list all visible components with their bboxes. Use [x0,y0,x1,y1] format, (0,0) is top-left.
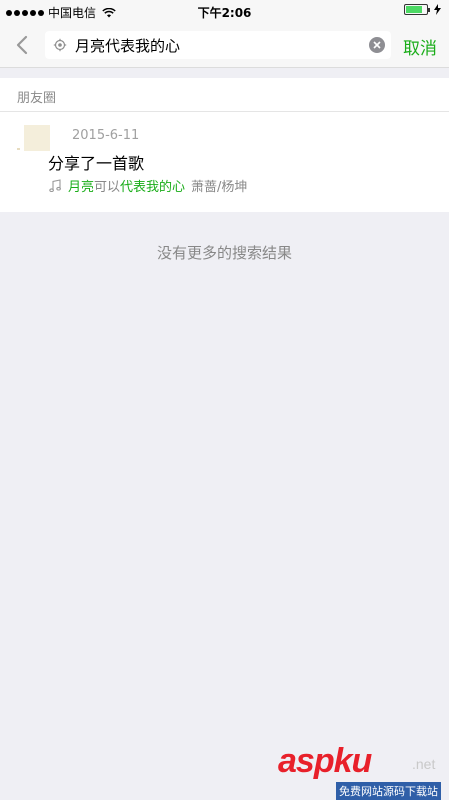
song-title-plain: 可以 [94,180,121,195]
music-share-row[interactable]: 月亮 可以 代表我的心 萧蔷/杨坤 [48,176,247,195]
search-screen: 中国电信 下午2:06 月亮代表我的心 取消 朋友圈 2015-6-11 分享了… [0,0,449,800]
search-result-item[interactable]: 2015-6-11 分享了一首歌 月亮 可以 代表我的心 萧蔷/杨坤 [0,112,449,212]
watermark: aspku .net 免费网站源码下载站 [278,742,449,800]
search-input[interactable] [75,31,355,59]
search-box[interactable] [45,31,391,59]
avatar-mark [17,148,20,150]
status-right [404,4,441,15]
song-title-highlight-2: 代表我的心 [120,180,186,195]
post-date: 2015-6-11 [72,128,140,143]
back-button[interactable] [8,30,36,60]
battery-level [406,6,422,13]
back-chevron-icon [16,35,28,55]
clear-button[interactable] [369,37,385,53]
music-note-icon [49,178,61,192]
battery-icon [404,4,430,15]
song-title-highlight: 月亮 [68,180,95,195]
section-title: 朋友圈 [17,91,57,106]
post-title: 分享了一首歌 [48,154,145,173]
search-icon [53,38,67,52]
clear-icon [373,41,381,49]
no-more-results: 没有更多的搜索结果 [156,244,292,262]
search-header: 取消 [0,22,449,68]
song-artist: 萧蔷/杨坤 [191,180,248,195]
watermark-net: .net [412,756,436,772]
cancel-button[interactable]: 取消 [403,34,437,59]
avatar[interactable] [24,125,50,151]
watermark-subtitle: 免费网站源码下载站 [336,782,441,800]
section-header-moments: 朋友圈 [0,78,449,112]
status-bar: 中国电信 下午2:06 [0,0,449,22]
watermark-logo: aspku [278,742,372,780]
charging-bolt-icon [434,4,441,15]
status-time: 下午2:06 [197,6,252,20]
